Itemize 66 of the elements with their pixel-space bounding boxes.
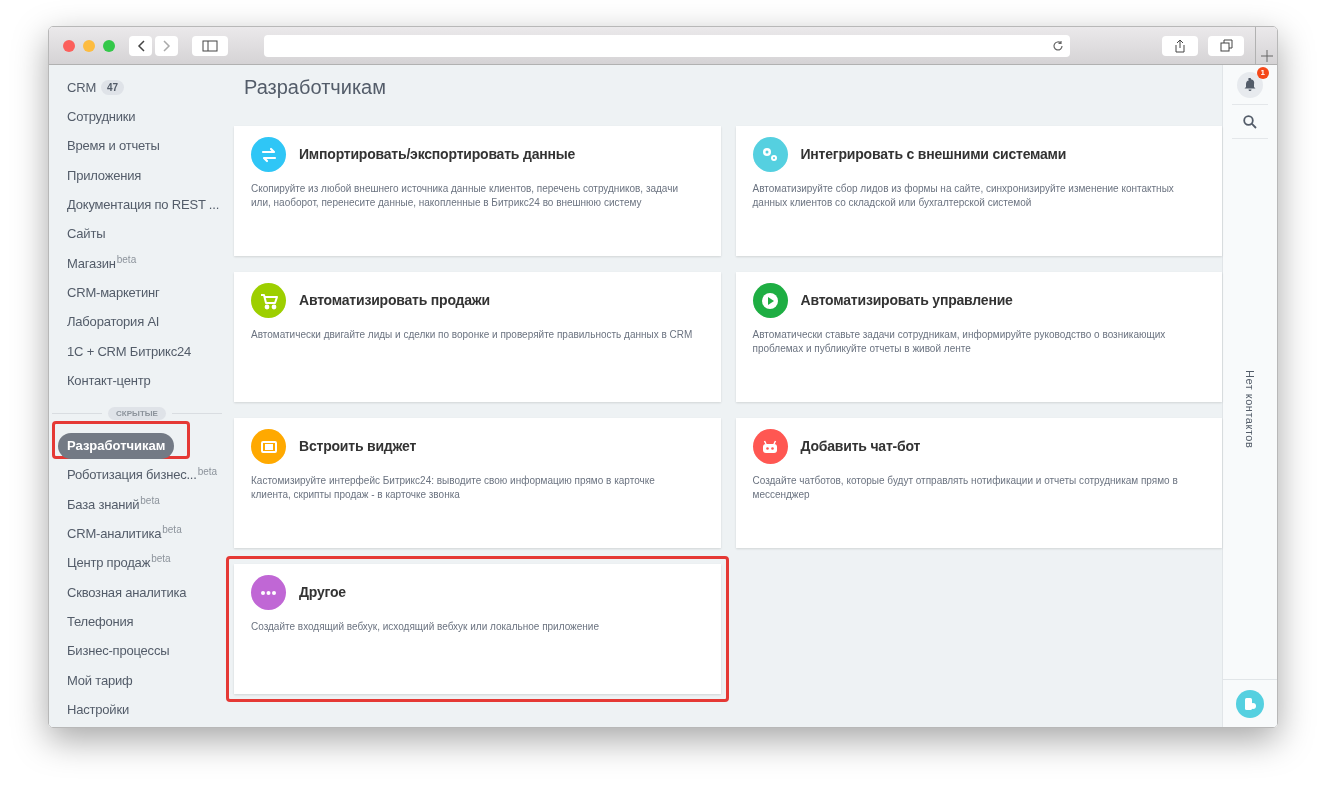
sidebar-item[interactable]: Бизнес-процессы — [58, 641, 179, 661]
feature-card[interactable]: Импортировать/экспортировать данные Скопируйте из любой внешнего источника данные клиентов, перечень сотрудников, задачи или, наоборот, перенесите данные, накопленные в Битрикс24 во внешнюю систему — [234, 126, 721, 256]
sidebar-item[interactable]: Мой тариф — [58, 670, 142, 691]
notifications-button[interactable] — [1237, 71, 1263, 98]
beta-label: beta — [162, 523, 182, 538]
card-description: Автоматизируйте сбор лидов из формы на сайте, синхронизируйте изменение контактных данных клиентов со складской или бухгалтерской системой — [752, 182, 1175, 210]
sidebar-item[interactable]: Настройки — [58, 699, 138, 720]
card-title: Автоматизировать управление — [800, 291, 1013, 310]
reload-icon[interactable] — [1052, 39, 1064, 52]
forward-button[interactable] — [155, 35, 178, 56]
feature-card[interactable]: Автоматизировать продажи Автоматически двигайте лиды и сделки по воронке и проверяйте правильность данных в CRM — [234, 272, 721, 402]
card-description: Создайте входящий вебхук, исходящий вебхук или локальное приложение — [251, 620, 600, 634]
section-label: СКРЫТЫЕ — [108, 406, 166, 420]
search-icon[interactable] — [1243, 114, 1257, 129]
card-title: Импортировать/экспортировать данные — [299, 145, 576, 164]
beta-label: beta — [140, 493, 160, 508]
feature-card[interactable]: Добавить чат-бот Создайте чатботов, которые будут отправлять нотификации и отчеты сотрудникам прямо в мессенджер — [735, 418, 1222, 548]
sidebar-toggle-button[interactable] — [192, 35, 228, 56]
share-button[interactable] — [1162, 35, 1198, 56]
sidebar-item[interactable]: Сотрудники — [58, 107, 145, 127]
notification-badge: 1 — [1256, 66, 1269, 79]
address-field[interactable] — [264, 34, 1070, 57]
card-title: Встроить виджет — [299, 437, 417, 456]
beta-label: beta — [197, 464, 218, 479]
card-description: Автоматически двигайте лиды и сделки по воронке и проверяйте правильность данных в CRM — [251, 328, 694, 342]
phone-cloud-button[interactable] — [1236, 689, 1264, 718]
feature-card[interactable]: Встроить виджет Кастомизируйте интерфейс Битрикс24: выводите свою информацию прямо в карточке клиента, скрипты продаж - в карточке звонка — [234, 418, 721, 548]
chevron-right-icon — [162, 39, 171, 52]
feature-card[interactable]: Автоматизировать управление Автоматически ставьте задачи сотрудникам, информируйте руководство о возникающих проблемах и публикуйте отчеты в живой ленте — [735, 272, 1222, 402]
plus-icon — [1260, 49, 1273, 62]
sidebar-item[interactable]: Лаборатория AI — [58, 312, 169, 332]
chevron-left-icon — [136, 39, 145, 52]
sidebar-item[interactable]: Сквозная аналитика — [58, 582, 196, 603]
sidebar-item[interactable]: CRM-маркетинг — [58, 282, 169, 303]
tabs-button[interactable] — [1208, 35, 1244, 56]
card-title: Добавить чат-бот — [800, 437, 921, 456]
empty-contacts-text: Нет контактов — [1243, 369, 1258, 449]
page-title: Разработчикам — [243, 75, 387, 100]
beta-label: beta — [151, 552, 171, 567]
sidebar-item[interactable]: Приложения — [58, 165, 151, 186]
sidebar-item[interactable]: Время и отчеты — [58, 136, 169, 156]
sidebar-item[interactable]: Сайты — [58, 224, 115, 244]
card-description: Создайте чатботов, которые будут отправлять нотификации и отчеты сотрудникам прямо в мессенджер — [752, 474, 1179, 502]
card-title: Автоматизировать продажи — [299, 291, 490, 310]
card-title: Интегрировать с внешними системами — [800, 145, 1067, 164]
back-button[interactable] — [129, 35, 152, 56]
phone-cloud-icon — [1243, 696, 1257, 711]
dots-icon — [261, 590, 276, 595]
feature-card[interactable]: Интегрировать с внешними системами Автоматизируйте сбор лидов из формы на сайте, синхронизируйте изменение контактных данных клиентов со складской или бухгалтерской системой — [735, 126, 1222, 256]
sidebar-item[interactable]: Разработчикам — [58, 433, 175, 459]
bell-icon — [1244, 78, 1256, 91]
play-icon — [760, 290, 780, 311]
sidebar-item[interactable]: Телефония — [58, 611, 143, 632]
sidebar-item[interactable]: Документация по REST ... — [58, 195, 229, 215]
share-icon — [1174, 38, 1186, 53]
count-badge: 47 — [101, 80, 125, 96]
card-description: Скопируйте из любой внешнего источника данные клиентов, перечень сотрудников, задачи или, наоборот, перенесите данные, накопленные в Битрикс24 во внешнюю систему — [251, 182, 679, 210]
sidebar-item[interactable]: 1С + CRM Битрикс24 — [58, 341, 201, 362]
tabs-icon — [1219, 39, 1233, 52]
sidebar-item[interactable]: Контакт-центр — [58, 370, 160, 391]
card-title: Другое — [299, 583, 346, 602]
card-description: Кастомизируйте интерфейс Битрикс24: выводите свою информацию прямо в карточке клиента, скрипты продаж - в карточке звонка — [251, 474, 656, 502]
beta-label: beta — [116, 252, 137, 267]
sidebar-icon — [202, 39, 218, 52]
feature-card[interactable]: Другое Создайте входящий вебхук, исходящий вебхук или локальное приложение — [234, 564, 721, 694]
card-description: Автоматически ставьте задачи сотрудникам, информируйте руководство о возникающих проблемах и публикуйте отчеты в живой ленте — [752, 328, 1167, 356]
